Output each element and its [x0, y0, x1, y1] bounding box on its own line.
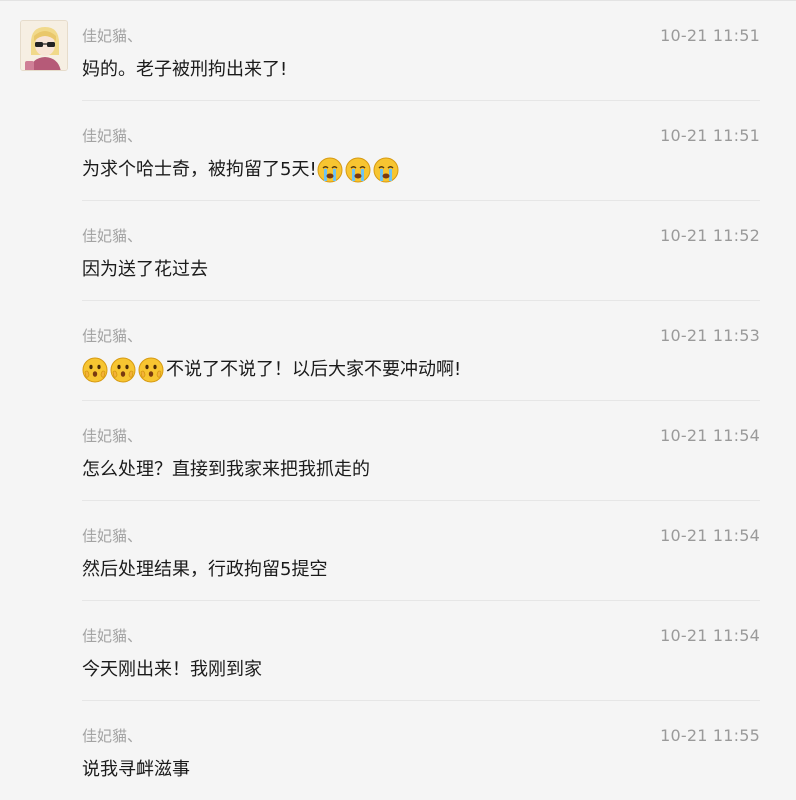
shocked-face-emoji	[110, 357, 136, 383]
message-content: 说我寻衅滋事	[82, 757, 190, 783]
chat-message: 佳妃貓、 10-21 11:51 妈的。老子被刑拘出来了!	[0, 1, 796, 101]
chat-message: 佳妃貓、 10-21 11:53 不说了不说了！以后大家不要冲动啊!	[0, 301, 796, 401]
message-text: 因为送了花过去	[82, 259, 208, 280]
chat-message: 佳妃貓、 10-21 11:54 怎么处理？直接到我家来把我抓走的	[0, 401, 796, 501]
message-content: 怎么处理？直接到我家来把我抓走的	[82, 457, 370, 483]
message-timestamp: 10-21 11:52	[660, 226, 760, 245]
chat-message: 佳妃貓、 10-21 11:52 因为送了花过去	[0, 201, 796, 301]
message-sender[interactable]: 佳妃貓、	[82, 227, 142, 245]
message-content: 妈的。老子被刑拘出来了!	[82, 57, 287, 83]
message-timestamp: 10-21 11:55	[660, 726, 760, 745]
message-sender[interactable]: 佳妃貓、	[82, 527, 142, 545]
chat-message: 佳妃貓、 10-21 11:54 今天刚出来！我刚到家	[0, 601, 796, 701]
message-content: 然后处理结果，行政拘留5提空	[82, 557, 327, 583]
message-content: 因为送了花过去	[82, 257, 208, 283]
message-sender[interactable]: 佳妃貓、	[82, 427, 142, 445]
chat-message: 佳妃貓、 10-21 11:55 说我寻衅滋事	[0, 701, 796, 800]
chat-message: 佳妃貓、 10-21 11:54 然后处理结果，行政拘留5提空	[0, 501, 796, 601]
message-text: 说我寻衅滋事	[82, 759, 190, 780]
message-text: 为求个哈士奇，被拘留了5天!	[82, 159, 317, 180]
shocked-face-emoji	[82, 357, 108, 383]
message-text: 妈的。老子被刑拘出来了!	[82, 59, 288, 80]
shocked-face-emoji	[138, 357, 164, 383]
message-timestamp: 10-21 11:54	[660, 626, 760, 645]
message-timestamp: 10-21 11:54	[660, 526, 760, 545]
message-sender[interactable]: 佳妃貓、	[82, 327, 142, 345]
message-sender[interactable]: 佳妃貓、	[82, 727, 142, 745]
chat-message: 佳妃貓、 10-21 11:51 为求个哈士奇，被拘留了5天!	[0, 101, 796, 201]
message-content: 今天刚出来！我刚到家	[82, 657, 262, 683]
message-sender[interactable]: 佳妃貓、	[82, 627, 142, 645]
message-text: 怎么处理？直接到我家来把我抓走的	[82, 459, 370, 480]
message-timestamp: 10-21 11:51	[660, 126, 760, 145]
crying-face-emoji	[373, 157, 399, 183]
message-timestamp: 10-21 11:53	[660, 326, 760, 345]
message-text: 今天刚出来！我刚到家	[82, 659, 262, 680]
user-avatar[interactable]	[20, 20, 68, 71]
message-content: 为求个哈士奇，被拘留了5天!	[82, 157, 401, 183]
message-timestamp: 10-21 11:54	[660, 426, 760, 445]
crying-face-emoji	[345, 157, 371, 183]
crying-face-emoji	[317, 157, 343, 183]
message-text: 不说了不说了！以后大家不要冲动啊!	[166, 359, 462, 380]
chat-history: 佳妃貓、 10-21 11:51 妈的。老子被刑拘出来了! 佳妃貓、 10-21 11:…	[0, 0, 796, 800]
message-timestamp: 10-21 11:51	[660, 26, 760, 45]
message-sender[interactable]: 佳妃貓、	[82, 27, 142, 45]
message-content: 不说了不说了！以后大家不要冲动啊!	[82, 357, 461, 383]
message-text: 然后处理结果，行政拘留5提空	[82, 559, 328, 580]
message-sender[interactable]: 佳妃貓、	[82, 127, 142, 145]
